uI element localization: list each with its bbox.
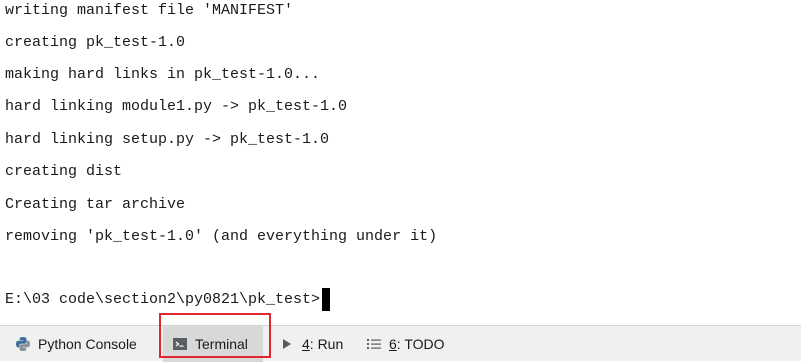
- terminal-prompt: E:\03 code\section2\py0821\pk_test>: [5, 290, 321, 308]
- tab-python-console[interactable]: Python Console: [14, 326, 154, 362]
- terminal-line: making hard links in pk_test-1.0...: [5, 66, 321, 83]
- tab-todo[interactable]: 6: TODO: [365, 326, 455, 362]
- terminal-line: writing manifest file 'MANIFEST': [5, 2, 294, 19]
- tab-label: Python Console: [38, 336, 137, 352]
- tab-terminal[interactable]: Terminal: [163, 326, 263, 362]
- tab-run[interactable]: 4: Run: [278, 326, 348, 362]
- terminal-line: creating dist: [5, 163, 123, 180]
- terminal-line: removing 'pk_test-1.0' (and everything u…: [5, 228, 438, 245]
- terminal-icon: [171, 335, 189, 353]
- terminal-prompt-row[interactable]: E:\03 code\section2\py0821\pk_test>: [5, 288, 331, 311]
- terminal-line: Creating tar archive: [5, 196, 186, 213]
- terminal-output[interactable]: writing manifest file 'MANIFEST' creatin…: [0, 0, 801, 322]
- tab-mnemonic: 4: [302, 336, 310, 352]
- todo-list-icon: [365, 335, 383, 353]
- tab-label: : Run: [309, 336, 344, 352]
- python-icon: [14, 335, 32, 353]
- tool-window-bar: Python Console Terminal 4: Run 6: TODO: [0, 325, 801, 362]
- terminal-line: creating pk_test-1.0: [5, 34, 186, 51]
- run-icon: [278, 335, 296, 353]
- tab-mnemonic: 6: [389, 336, 397, 352]
- text-cursor: [322, 288, 331, 311]
- tab-label: : TODO: [396, 336, 445, 352]
- terminal-line: hard linking setup.py -> pk_test-1.0: [5, 131, 330, 148]
- tab-label: Terminal: [195, 336, 248, 352]
- terminal-line: hard linking module1.py -> pk_test-1.0: [5, 98, 348, 115]
